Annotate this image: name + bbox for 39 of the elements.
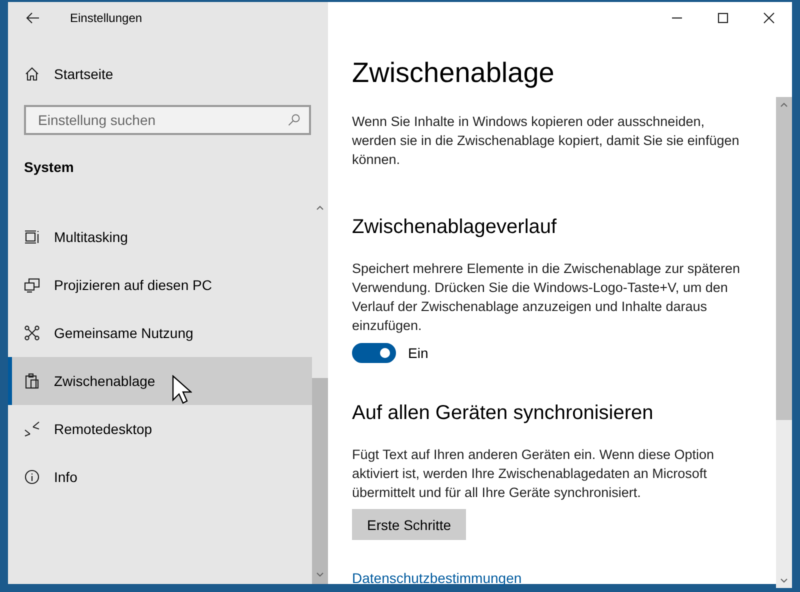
- scroll-up-icon[interactable]: [776, 97, 792, 113]
- nav-item[interactable]: Projizieren auf diesen PC: [8, 261, 312, 309]
- get-started-button[interactable]: Erste Schritte: [352, 509, 466, 540]
- scrollbar-track[interactable]: [776, 97, 792, 588]
- page-title: Zwischenablage: [352, 56, 554, 90]
- search-icon: [287, 113, 301, 127]
- nav-item[interactable]: Info: [8, 453, 312, 501]
- home-nav-item[interactable]: Startseite: [8, 50, 312, 98]
- section-heading: Zwischenablageverlauf: [352, 215, 557, 240]
- scroll-down-icon[interactable]: [312, 562, 328, 584]
- home-icon: [24, 66, 40, 82]
- info-icon: [24, 469, 40, 485]
- description-text: Fügt Text auf Ihren anderen Geräten ein. Wenn diese Option aktiviert ist, werden Ihre Zwischenablagedaten an Microsoft übermittelt und für all Ihre Geräte synchronisiert.: [352, 446, 715, 502]
- cursor-icon: [172, 375, 192, 405]
- section-heading: Auf allen Geräten synchronisieren: [352, 401, 654, 426]
- search-input[interactable]: Einstellung suchen: [36, 111, 287, 129]
- search-field[interactable]: Einstellung suchen: [24, 105, 311, 135]
- intro-text: Wenn Sie Inhalte in Windows kopieren oder ausschneiden, werden sie in die Zwischenablage kopiert, damit Sie sie einfügen können.: [352, 113, 740, 169]
- remote-desktop-icon: [24, 421, 40, 437]
- clipboard-icon: [24, 373, 40, 389]
- section-heading: System: [24, 158, 75, 177]
- close-icon: [761, 10, 777, 26]
- window-title: Einstellungen: [70, 11, 142, 25]
- privacy-link[interactable]: Datenschutzbestimmungen: [352, 568, 522, 588]
- monitors-icon: [24, 277, 40, 293]
- minimize-icon: [672, 17, 682, 19]
- scrollbar-thumb[interactable]: [776, 113, 792, 420]
- nav-item[interactable]: Gemeinsame Nutzung: [8, 309, 312, 357]
- maximize-icon: [715, 10, 731, 26]
- scrollbar-thumb[interactable]: [312, 378, 328, 562]
- toggle-switch[interactable]: [352, 343, 396, 363]
- description-text: Speichert mehrere Elemente in die Zwischenablage zur späteren Verwendung. Drücken Sie die Windows-Logo-Taste+V, um den Verlauf der Zwischenablage anzuzeigen und Inhalte daraus einzufügen.: [352, 260, 741, 335]
- nav-item[interactable]: Multitasking: [8, 213, 312, 261]
- back-arrow-icon: [25, 10, 41, 26]
- share-icon: [24, 325, 40, 341]
- toggle-label: Ein: [408, 345, 428, 361]
- multitasking-icon: [24, 229, 40, 245]
- nav-item[interactable]: Remotedesktop: [8, 405, 312, 453]
- nav-item[interactable]: Zwischenablage: [8, 357, 312, 405]
